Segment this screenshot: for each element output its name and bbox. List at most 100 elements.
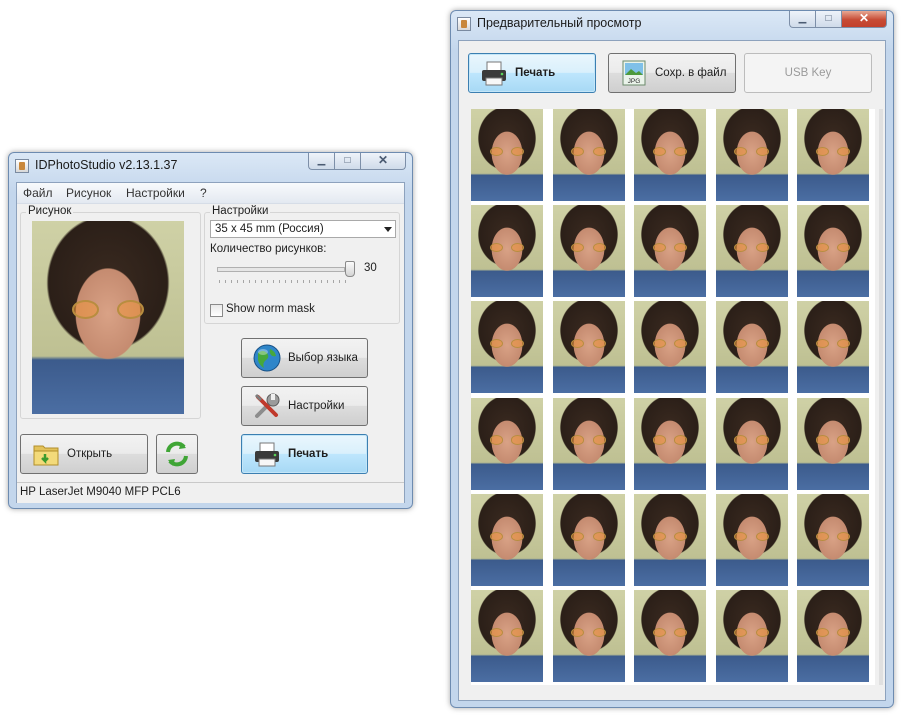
photo-thumbnail	[797, 205, 869, 298]
glasses-overlay	[571, 146, 606, 157]
preview-window: Предварительный просмотр ▁ □ ✕ Печать JP…	[450, 10, 894, 708]
status-printer: HP LaserJet M9040 MFP PCL6	[20, 486, 181, 498]
glasses-overlay	[652, 146, 688, 157]
photo-thumbnail	[471, 301, 543, 394]
usb-key-button-label: USB Key	[784, 67, 832, 79]
portrait-photo[interactable]	[32, 221, 184, 414]
photo-thumbnail	[552, 590, 625, 682]
show-norm-mask-checkbox[interactable]	[210, 304, 223, 317]
save-to-file-button[interactable]: JPG Сохр. в файл	[608, 53, 736, 93]
language-button[interactable]: Выбор языка	[241, 338, 368, 378]
photo-thumbnail	[715, 205, 788, 298]
glasses-overlay	[734, 146, 769, 157]
open-button[interactable]: Открыть	[20, 434, 148, 474]
glasses-overlay	[489, 242, 525, 253]
count-slider-thumb[interactable]	[345, 261, 355, 277]
refresh-button[interactable]	[156, 434, 198, 474]
minimize-button[interactable]: ▁	[789, 11, 815, 28]
count-value: 30	[364, 262, 377, 274]
preview-window-title: Предварительный просмотр	[477, 16, 642, 30]
glasses-overlay	[489, 627, 525, 638]
photo-thumbnail	[552, 301, 625, 394]
glasses-overlay	[734, 339, 769, 349]
glasses-overlay	[571, 242, 606, 253]
photo-thumbnail	[634, 493, 706, 586]
glasses-overlay	[815, 531, 851, 541]
usb-key-button[interactable]: USB Key	[744, 53, 872, 93]
print-button[interactable]: Печать	[241, 434, 368, 474]
close-button[interactable]: ✕	[841, 11, 887, 28]
photo-thumbnail	[715, 109, 788, 201]
maximize-button[interactable]: □	[334, 153, 360, 170]
slider-ticks	[219, 280, 351, 283]
menu-settings[interactable]: Настройки	[126, 186, 185, 200]
glasses-overlay	[489, 339, 525, 349]
photo-thumbnail	[797, 590, 869, 682]
status-bar: HP LaserJet M9040 MFP PCL6	[17, 482, 404, 503]
preview-title-bar[interactable]: Предварительный просмотр ▁ □ ✕	[451, 11, 893, 37]
menu-picture[interactable]: Рисунок	[66, 186, 111, 200]
photo-thumbnail	[471, 109, 543, 201]
photo-thumbnail	[552, 397, 625, 490]
preview-scrollbar[interactable]	[879, 109, 883, 685]
format-select-value: 35 x 45 mm (Россия)	[215, 223, 324, 235]
print-button-label: Печать	[288, 448, 329, 460]
refresh-icon	[162, 439, 192, 469]
glasses-overlay	[571, 627, 606, 638]
glasses-overlay	[489, 531, 525, 541]
glasses-overlay	[71, 300, 145, 320]
photo-thumbnail	[715, 301, 788, 394]
photo-thumbnail	[552, 493, 625, 586]
show-norm-mask-label: Show norm mask	[226, 303, 315, 315]
menu-file[interactable]: Файл	[23, 186, 53, 200]
glasses-overlay	[734, 531, 769, 541]
photo-thumbnail	[471, 397, 543, 490]
photo-sheet-preview	[471, 109, 875, 685]
menu-help[interactable]: ?	[200, 186, 207, 200]
main-client-area: Файл Рисунок Настройки ? Рисунок Настрой…	[16, 182, 405, 503]
preview-print-button[interactable]: Печать	[468, 53, 596, 93]
glasses-overlay	[734, 242, 769, 253]
glasses-overlay	[734, 627, 769, 638]
settings-group-label: Настройки	[210, 205, 271, 217]
photo-thumbnail	[715, 590, 788, 682]
glasses-overlay	[815, 435, 851, 445]
photo-thumbnail	[471, 493, 543, 586]
minimize-button[interactable]: ▁	[308, 153, 334, 170]
glasses-overlay	[815, 146, 851, 157]
title-bar[interactable]: IDPhotoStudio v2.13.1.37 ▁ □ ✕	[9, 153, 412, 179]
photo-thumbnail	[715, 397, 788, 490]
glasses-overlay	[734, 435, 769, 445]
settings-button[interactable]: Настройки	[241, 386, 368, 426]
photo-thumbnail	[634, 109, 706, 201]
count-slider-track[interactable]	[217, 267, 345, 272]
glasses-overlay	[489, 435, 525, 445]
glasses-overlay	[815, 242, 851, 253]
count-label: Количество рисунков:	[210, 243, 327, 255]
glasses-overlay	[815, 627, 851, 638]
preview-print-button-label: Печать	[515, 67, 556, 79]
jpg-file-icon: JPG	[619, 58, 649, 88]
tools-icon	[252, 391, 282, 421]
close-button[interactable]: ✕	[360, 153, 406, 170]
settings-button-label: Настройки	[288, 400, 345, 412]
printer-icon	[252, 439, 282, 469]
glasses-overlay	[571, 531, 606, 541]
language-button-label: Выбор языка	[288, 352, 358, 364]
app-icon[interactable]	[15, 159, 29, 173]
glasses-overlay	[652, 339, 688, 349]
open-folder-icon	[31, 439, 61, 469]
glasses-overlay	[571, 339, 606, 349]
globe-icon	[252, 343, 282, 373]
menu-bar: Файл Рисунок Настройки ?	[17, 183, 404, 204]
photo-thumbnail	[797, 397, 869, 490]
photo-thumbnail	[634, 301, 706, 394]
photo-thumbnail	[552, 109, 625, 201]
app-icon[interactable]	[457, 17, 471, 31]
photo-thumbnail	[797, 109, 869, 201]
format-select[interactable]: 35 x 45 mm (Россия)	[210, 220, 396, 238]
maximize-button[interactable]: □	[815, 11, 841, 28]
photo-thumbnail	[797, 301, 869, 394]
open-button-label: Открыть	[67, 448, 113, 460]
main-window: IDPhotoStudio v2.13.1.37 ▁ □ ✕ Файл Рису…	[8, 152, 413, 509]
